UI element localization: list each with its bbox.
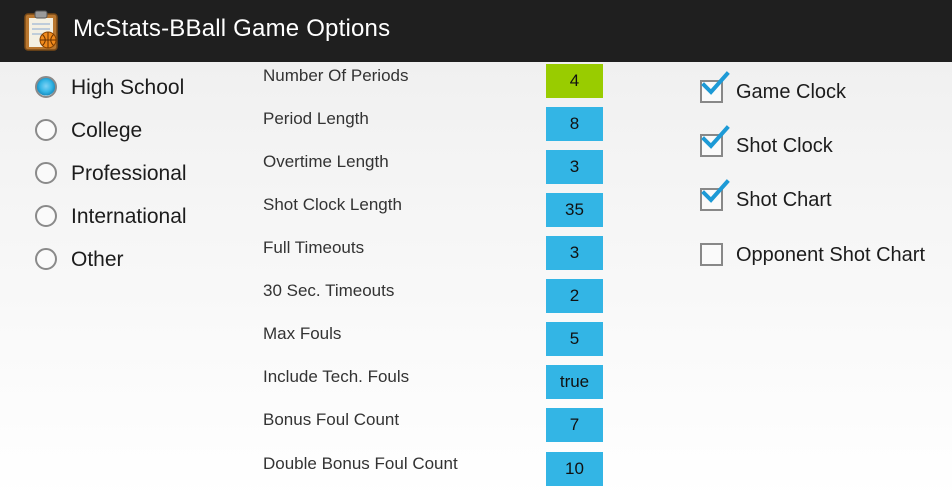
checkbox-label: Shot Clock: [736, 135, 833, 157]
checkmark-icon: [701, 179, 730, 203]
checkbox-label: Shot Chart: [736, 189, 832, 211]
include-tech-fouls-value-button[interactable]: true: [546, 365, 603, 399]
setting-label: 30 Sec. Timeouts: [263, 281, 395, 300]
checkbox-label: Opponent Shot Chart: [736, 244, 926, 266]
setting-label: Overtime Length: [263, 152, 389, 171]
setting-label: Double Bonus Foul Count: [263, 454, 458, 473]
setting-include-tech-fouls: Include Tech. Fouls true: [263, 363, 603, 399]
setting-label: Period Length: [263, 109, 369, 128]
full-timeouts-value-button[interactable]: 3: [546, 236, 603, 270]
checkbox-shot-clock[interactable]: Shot Clock: [700, 125, 952, 166]
checkbox-game-clock[interactable]: Game Clock: [700, 71, 952, 112]
setting-label: Include Tech. Fouls: [263, 367, 410, 386]
checkbox-opponent-shot-chart[interactable]: Opponent Shot Chart: [700, 235, 952, 275]
checkbox-label: Game Clock: [736, 81, 847, 103]
checkbox-unchecked-icon[interactable]: [700, 243, 723, 266]
setting-label: Max Fouls: [263, 324, 342, 343]
setting-label: Full Timeouts: [263, 238, 365, 257]
overtime-length-value-button[interactable]: 3: [546, 150, 603, 184]
setting-max-fouls: Max Fouls 5: [263, 320, 603, 356]
checkbox-shot-chart[interactable]: Shot Chart: [700, 179, 952, 220]
setting-period-length: Period Length 8: [263, 105, 603, 141]
action-bar: McStats-BBall Game Options: [0, 0, 952, 62]
double-bonus-foul-count-value-button[interactable]: 10: [546, 452, 603, 486]
setting-label: Shot Clock Length: [263, 195, 402, 214]
game-settings-list: Number Of Periods 4 Period Length 8 Over…: [0, 62, 620, 500]
clipboard-basketball-icon[interactable]: [22, 10, 62, 52]
setting-label: Bonus Foul Count: [263, 410, 400, 429]
shot-clock-length-value-button[interactable]: 35: [546, 193, 603, 227]
period-length-value-button[interactable]: 8: [546, 107, 603, 141]
max-fouls-value-button[interactable]: 5: [546, 322, 603, 356]
checkmark-icon: [701, 71, 730, 95]
app-title: McStats-BBall Game Options: [73, 15, 391, 42]
setting-30-sec-timeouts: 30 Sec. Timeouts 2: [263, 277, 603, 313]
setting-shot-clock-length: Shot Clock Length 35: [263, 191, 603, 227]
setting-overtime-length: Overtime Length 3: [263, 148, 603, 184]
setting-bonus-foul-count: Bonus Foul Count 7: [263, 406, 603, 442]
feature-checkbox-group: Game Clock Shot Clock Shot Chart Opponen…: [690, 62, 952, 292]
setting-full-timeouts: Full Timeouts 3: [263, 234, 603, 270]
30-sec-timeouts-value-button[interactable]: 2: [546, 279, 603, 313]
setting-label: Number Of Periods: [263, 66, 409, 85]
setting-double-bonus-foul-count: Double Bonus Foul Count 10: [263, 450, 603, 486]
bonus-foul-count-value-button[interactable]: 7: [546, 408, 603, 442]
checkmark-icon: [701, 125, 730, 149]
number-of-periods-value-button[interactable]: 4: [546, 64, 603, 98]
setting-number-of-periods: Number Of Periods 4: [263, 62, 603, 98]
